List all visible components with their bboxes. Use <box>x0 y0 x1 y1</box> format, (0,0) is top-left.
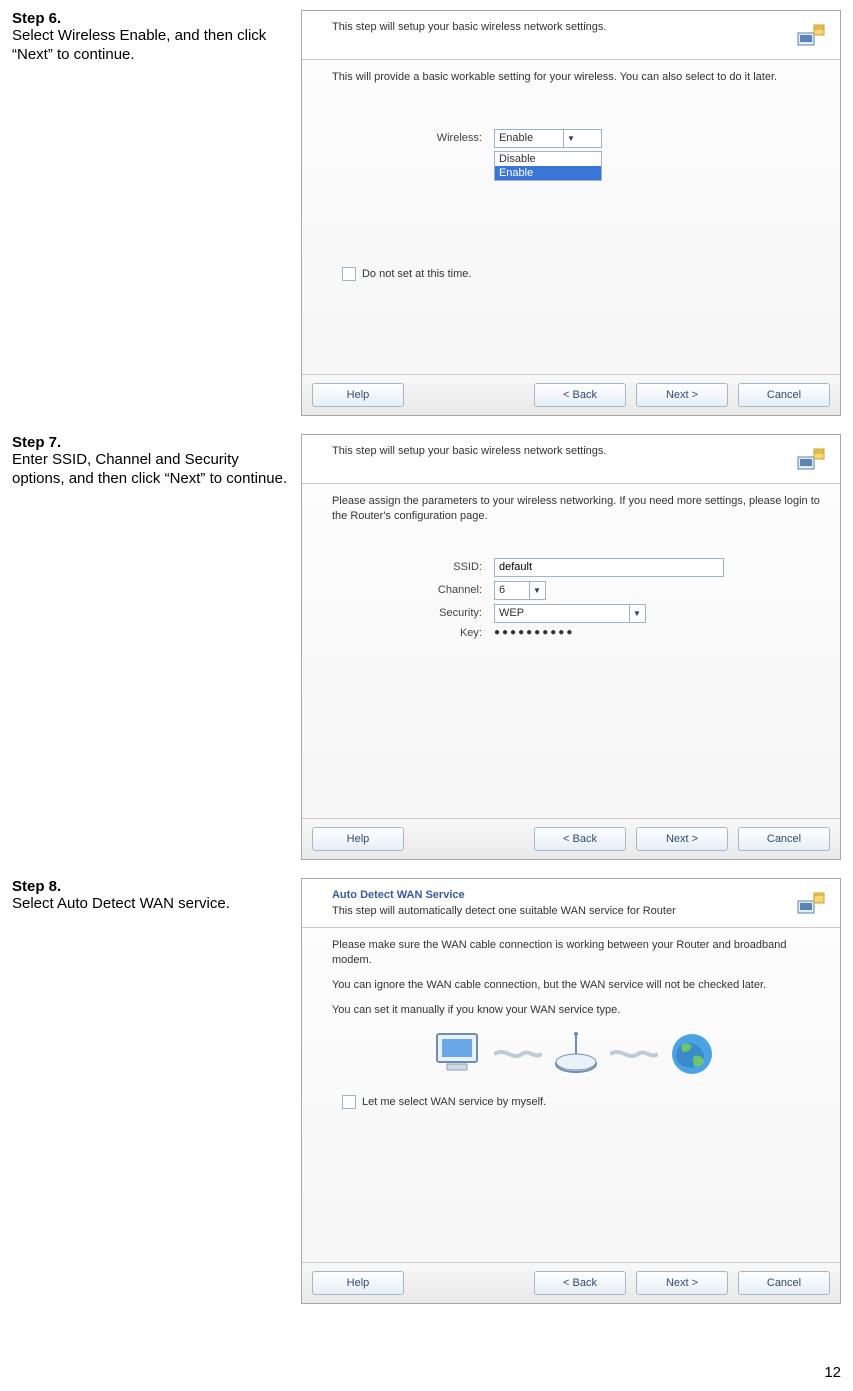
wireless-row: Wireless: Enable ▼ <box>332 129 820 148</box>
wireless-setup-icon <box>794 445 826 477</box>
key-value: ●●●●●●●●●● <box>494 627 574 638</box>
dialog7-header: This step will setup your basic wireless… <box>302 435 840 484</box>
step7-text: Step 7. Enter SSID, Channel and Security… <box>12 434 301 489</box>
dialog8-header: Auto Detect WAN Service This step will a… <box>302 879 840 928</box>
help-button[interactable]: Help <box>312 1271 404 1295</box>
wireless-dropdown[interactable]: Disable Enable <box>494 151 602 181</box>
step8-text: Step 8. Select Auto Detect WAN service. <box>12 878 301 914</box>
dialog7-desc: Please assign the parameters to your wir… <box>332 494 820 524</box>
help-button[interactable]: Help <box>312 383 404 407</box>
dialog8-p1: Please make sure the WAN cable connectio… <box>332 938 820 968</box>
step8-title: Step 8. <box>12 878 293 895</box>
dialog7-header-text: This step will setup your basic wireless… <box>332 445 794 457</box>
step6-body: Select Wireless Enable, and then click “… <box>12 27 293 65</box>
dialog-step6: This step will setup your basic wireless… <box>301 10 841 416</box>
channel-combo[interactable]: 6 ▼ <box>494 581 546 600</box>
computer-icon <box>430 1029 490 1079</box>
step7-row: Step 7. Enter SSID, Channel and Security… <box>12 434 841 860</box>
dialog8-title: Auto Detect WAN Service <box>332 889 794 901</box>
chevron-down-icon: ▼ <box>563 130 578 147</box>
key-label: Key: <box>332 627 494 639</box>
chevron-down-icon: ▼ <box>629 605 644 622</box>
cancel-button[interactable]: Cancel <box>738 383 830 407</box>
wireless-setup-icon <box>794 21 826 53</box>
dialog8-p3: You can set it manually if you know your… <box>332 1003 820 1018</box>
cable-icon <box>610 1047 658 1061</box>
dialog6-desc: This will provide a basic workable setti… <box>332 70 820 85</box>
back-button[interactable]: < Back <box>534 383 626 407</box>
back-button[interactable]: < Back <box>534 1271 626 1295</box>
ssid-label: SSID: <box>332 561 494 573</box>
step6-title: Step 6. <box>12 10 293 27</box>
dialog8-subtitle: This step will automatically detect one … <box>332 905 794 917</box>
connection-diagram <box>332 1029 820 1079</box>
security-label: Security: <box>332 607 494 619</box>
security-value: WEP <box>495 607 629 619</box>
globe-icon <box>662 1029 722 1079</box>
router-icon <box>546 1029 606 1079</box>
do-not-set-checkbox[interactable] <box>342 267 356 281</box>
dialog7-footer: Help < Back Next > Cancel <box>302 818 840 859</box>
step8-row: Step 8. Select Auto Detect WAN service. … <box>12 878 841 1304</box>
step8-body: Select Auto Detect WAN service. <box>12 895 293 914</box>
dialog6-header-text: This step will setup your basic wireless… <box>332 21 794 33</box>
page-number: 12 <box>12 1364 841 1381</box>
dialog-step8: Auto Detect WAN Service This step will a… <box>301 878 841 1304</box>
dialog6-header: This step will setup your basic wireless… <box>302 11 840 60</box>
wireless-combo[interactable]: Enable ▼ <box>494 129 602 148</box>
self-select-checkbox[interactable] <box>342 1095 356 1109</box>
do-not-set-row[interactable]: Do not set at this time. <box>342 267 820 281</box>
wan-detect-icon <box>794 889 826 921</box>
wireless-combo-value: Enable <box>495 132 563 144</box>
self-select-row[interactable]: Let me select WAN service by myself. <box>342 1095 820 1109</box>
wireless-label: Wireless: <box>332 132 494 144</box>
dialog-step7: This step will setup your basic wireless… <box>301 434 841 860</box>
channel-value: 6 <box>495 584 529 596</box>
cable-icon <box>494 1047 542 1061</box>
option-enable[interactable]: Enable <box>495 166 601 180</box>
channel-label: Channel: <box>332 584 494 596</box>
dialog8-p2: You can ignore the WAN cable connection,… <box>332 978 820 993</box>
chevron-down-icon: ▼ <box>529 582 544 599</box>
step7-body: Enter SSID, Channel and Security options… <box>12 451 293 489</box>
do-not-set-label: Do not set at this time. <box>362 268 471 280</box>
next-button[interactable]: Next > <box>636 383 728 407</box>
cancel-button[interactable]: Cancel <box>738 1271 830 1295</box>
next-button[interactable]: Next > <box>636 1271 728 1295</box>
self-select-label: Let me select WAN service by myself. <box>362 1096 546 1108</box>
ssid-input[interactable] <box>494 558 724 577</box>
step6-row: Step 6. Select Wireless Enable, and then… <box>12 10 841 416</box>
step6-text: Step 6. Select Wireless Enable, and then… <box>12 10 301 65</box>
cancel-button[interactable]: Cancel <box>738 827 830 851</box>
option-disable[interactable]: Disable <box>495 152 601 166</box>
step7-title: Step 7. <box>12 434 293 451</box>
security-combo[interactable]: WEP ▼ <box>494 604 646 623</box>
back-button[interactable]: < Back <box>534 827 626 851</box>
dialog8-footer: Help < Back Next > Cancel <box>302 1262 840 1303</box>
next-button[interactable]: Next > <box>636 827 728 851</box>
help-button[interactable]: Help <box>312 827 404 851</box>
dialog6-footer: Help < Back Next > Cancel <box>302 374 840 415</box>
